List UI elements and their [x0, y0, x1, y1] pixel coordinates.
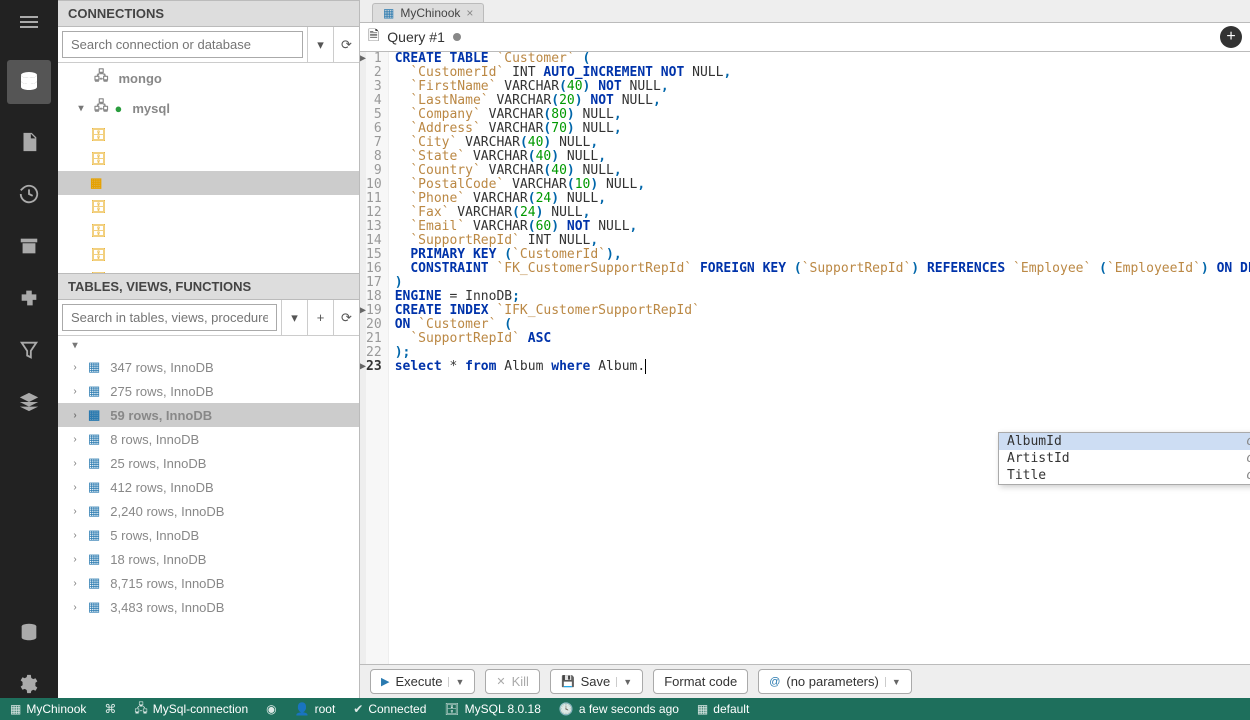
filter-icon[interactable] — [15, 336, 43, 364]
table-row[interactable]: ›▦Genre25 rows, InnoDB — [58, 451, 359, 475]
database-row[interactable]: 🗄Chinook — [58, 123, 359, 147]
database-row[interactable]: 🗄information_schema — [58, 195, 359, 219]
connections-header: CONNECTIONS — [58, 0, 359, 27]
tables-header: TABLES, VIEWS, FUNCTIONS — [58, 273, 359, 300]
tables-search-row: ▾ + ⟳ — [58, 300, 359, 336]
refresh-icon[interactable]: ⟳ — [333, 300, 359, 335]
history-icon[interactable] — [15, 180, 43, 208]
connections-tree: 🖧Mongo-connectionmongo▾🖧MySql-connection… — [58, 63, 359, 273]
params-button[interactable]: @(no parameters)▼ — [758, 669, 912, 694]
app-rail — [0, 0, 58, 698]
table-row[interactable]: ›▦Playlist18 rows, InnoDB — [58, 547, 359, 571]
table-row[interactable]: ›▦Track3,483 rows, InnoDB — [58, 595, 359, 619]
connection-row[interactable]: ▾🖧MySql-connection●mysql — [58, 93, 359, 123]
tables-group[interactable]: ▾Tables (11) — [58, 336, 359, 355]
editor-toolbar: ▶Execute▼ ✕Kill 💾Save▼ Format code @(no … — [360, 664, 1250, 698]
menu-icon[interactable] — [15, 8, 43, 36]
query-tab[interactable]: 🗎 Query #1 — [368, 25, 461, 49]
status-connection[interactable]: 🖧MySql-connection — [134, 699, 248, 720]
server-icon[interactable] — [15, 618, 43, 646]
status-state: ✔Connected — [353, 702, 426, 716]
status-db[interactable]: ▦MyChinook — [10, 702, 86, 716]
editor-tabs: 🗎 Query #1 + — [360, 22, 1250, 52]
sidebar: CONNECTIONS ▾ ⟳ 🖧Mongo-connectionmongo▾🖧… — [58, 0, 360, 698]
refresh-icon[interactable]: ⟳ — [333, 27, 359, 62]
database-row[interactable]: 🗄performance_schema — [58, 243, 359, 267]
execute-button[interactable]: ▶Execute▼ — [370, 669, 475, 694]
main-area: ▦ MyChinook × 🗎 Query #1 + ▶▶▶ 123456789… — [360, 0, 1250, 698]
status-bar: ▦MyChinook ⌘ 🖧MySql-connection ◉ 👤root ✔… — [0, 698, 1250, 720]
status-engine-icon: ◉ — [266, 702, 276, 716]
database-icon[interactable] — [7, 60, 51, 104]
autocomplete-item[interactable]: Titlecolumn — [999, 467, 1250, 484]
db-tabs: ▦ MyChinook × — [360, 0, 1250, 22]
status-server: 🗄MySQL 8.0.18 — [444, 702, 541, 716]
tables-tree: ▾Tables (11)›▦Album347 rows, InnoDB›▦Art… — [58, 336, 359, 698]
table-row[interactable]: ›▦Invoice412 rows, InnoDB — [58, 475, 359, 499]
table-row[interactable]: ›▦Album347 rows, InnoDB — [58, 355, 359, 379]
autocomplete-item[interactable]: AlbumIdcolumn — [999, 433, 1250, 450]
close-icon[interactable]: × — [466, 6, 473, 20]
file-icon: 🗎 — [368, 25, 379, 49]
kill-button[interactable]: ✕Kill — [485, 669, 540, 694]
table-row[interactable]: ›▦InvoiceLine2,240 rows, InnoDB — [58, 499, 359, 523]
filter-icon[interactable]: ▾ — [307, 27, 333, 62]
add-icon[interactable]: + — [307, 300, 333, 335]
save-button[interactable]: 💾Save▼ — [550, 669, 643, 694]
query-tab-label: Query #1 — [387, 29, 445, 45]
table-row[interactable]: ›▦Customer59 rows, InnoDB — [58, 403, 359, 427]
db-tab-label: MyChinook — [400, 6, 460, 20]
new-tab-button[interactable]: + — [1220, 26, 1242, 48]
db-icon: ▦ — [383, 6, 394, 20]
autocomplete-popup[interactable]: AlbumIdcolumnArtistIdcolumnTitlecolumn — [998, 432, 1250, 485]
settings-icon[interactable] — [15, 670, 43, 698]
status-terminal[interactable]: ⌘ — [104, 702, 116, 716]
db-tab[interactable]: ▦ MyChinook × — [372, 3, 484, 22]
sql-editor[interactable]: ▶▶▶ 123456789101112131415161718192021222… — [360, 52, 1250, 664]
layers-icon[interactable] — [15, 388, 43, 416]
format-button[interactable]: Format code — [653, 669, 748, 694]
database-row[interactable]: ▦MyChinook — [58, 171, 359, 195]
tables-search-input[interactable] — [62, 304, 277, 331]
filter-icon[interactable]: ▾ — [281, 300, 307, 335]
file-icon[interactable] — [15, 128, 43, 156]
connection-row[interactable]: 🖧Mongo-connectionmongo — [58, 63, 359, 93]
status-time: 🕓a few seconds ago — [559, 702, 679, 716]
status-schema: ▦default — [697, 702, 749, 716]
archive-icon[interactable] — [15, 232, 43, 260]
table-row[interactable]: ›▦Employee8 rows, InnoDB — [58, 427, 359, 451]
autocomplete-item[interactable]: ArtistIdcolumn — [999, 450, 1250, 467]
table-row[interactable]: ›▦MediaType5 rows, InnoDB — [58, 523, 359, 547]
table-row[interactable]: ›▦PlaylistTrack8,715 rows, InnoDB — [58, 571, 359, 595]
connections-search-input[interactable] — [62, 31, 303, 58]
table-row[interactable]: ›▦Artist275 rows, InnoDB — [58, 379, 359, 403]
plugin-icon[interactable] — [15, 284, 43, 312]
database-row[interactable]: 🗄mysql — [58, 219, 359, 243]
database-row[interactable]: 🗄MyChangedChinook — [58, 147, 359, 171]
unsaved-dot-icon — [453, 33, 461, 41]
status-user: 👤root — [295, 702, 336, 716]
connections-search-row: ▾ ⟳ — [58, 27, 359, 63]
